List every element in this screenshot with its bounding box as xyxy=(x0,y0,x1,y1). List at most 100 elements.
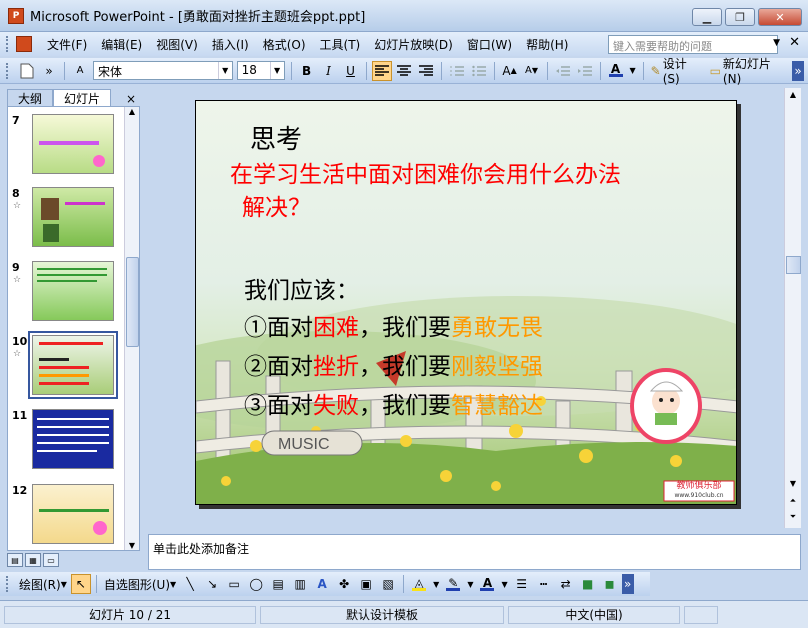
help-dropdown-icon[interactable]: ▼ xyxy=(773,38,780,48)
select-pointer-icon[interactable]: ↖ xyxy=(70,574,91,594)
help-search-input[interactable]: 键入需要帮助的问题 xyxy=(608,35,778,54)
toolbar-overflow-icon[interactable]: » xyxy=(792,60,805,81)
menubar-grip[interactable] xyxy=(6,36,10,52)
menu-tools[interactable]: 工具(T) xyxy=(313,36,368,53)
font-color-button[interactable]: A xyxy=(606,61,626,81)
diagram-icon[interactable]: ✤ xyxy=(334,574,354,594)
line-style-icon[interactable]: ☰ xyxy=(512,574,532,594)
scroll-up-icon[interactable]: ▲ xyxy=(785,90,801,99)
text-color-icon[interactable]: A xyxy=(477,574,497,594)
chevron-down-icon[interactable]: ▼ xyxy=(499,574,509,594)
autoshape-button[interactable]: 自选图形(U) ▼ xyxy=(102,574,178,594)
draw-menu-button[interactable]: 绘图(R) ▼ xyxy=(17,574,69,594)
slide-sorter-icon[interactable]: ▦ xyxy=(25,553,41,567)
line-tool-icon[interactable]: ╲ xyxy=(180,574,200,594)
increase-font-icon[interactable]: A ▲ xyxy=(500,61,520,81)
align-center-button[interactable] xyxy=(394,61,414,81)
scroll-up-icon[interactable]: ▲ xyxy=(125,107,139,116)
font-size-select[interactable]: 18 ▼ xyxy=(236,61,285,80)
align-left-button[interactable] xyxy=(371,60,392,81)
design-button[interactable]: ✎ 设计(S) xyxy=(649,57,706,86)
slide-bullet-list[interactable]: ①面对困难，我们要勇敢无畏 ②面对挫折，我们要刚毅坚强 ③面对失败，我们要智慧豁… xyxy=(244,309,543,426)
font-size-value: 18 xyxy=(241,63,257,77)
picture-icon[interactable]: ▧ xyxy=(378,574,398,594)
decrease-font-icon[interactable]: A ▼ xyxy=(522,61,542,81)
notes-pane[interactable]: 单击此处添加备注 xyxy=(148,534,801,570)
toolbar-grip[interactable] xyxy=(6,62,10,79)
vertical-textbox-icon[interactable]: ▥ xyxy=(290,574,310,594)
arrow-tool-icon[interactable]: ↘ xyxy=(202,574,222,594)
view-buttons: ▤ ▦ ▭ xyxy=(7,553,61,569)
scroll-down-icon[interactable]: ▼ xyxy=(125,541,139,550)
menu-edit[interactable]: 编辑(E) xyxy=(94,36,149,53)
powerpoint-app-icon[interactable]: P xyxy=(8,7,24,24)
bullet-list-icon[interactable] xyxy=(469,61,489,81)
drawbar-overflow-icon[interactable]: » xyxy=(621,574,634,594)
slide-number: 8 xyxy=(12,187,20,200)
slide-intro[interactable]: 我们应该： xyxy=(244,271,359,305)
underline-button[interactable]: U xyxy=(341,61,361,81)
new-document-icon[interactable] xyxy=(17,61,37,81)
menu-file[interactable]: 文件(F) xyxy=(40,36,94,53)
next-slide-icon[interactable]: ⏷ xyxy=(785,512,801,522)
current-slide[interactable]: MUSIC 思考 在学习生活中面对困难你会用什么办法 解决？ 我们应该： ①面对… xyxy=(195,100,737,505)
slide-scrollbar[interactable]: ▲ ▼ ⏶ ⏷ xyxy=(784,88,801,528)
scroll-down-icon[interactable]: ▼ xyxy=(785,479,801,488)
previous-slide-icon[interactable]: ⏶ xyxy=(785,496,801,506)
tab-outline[interactable]: 大纲 xyxy=(7,89,54,106)
restore-button[interactable]: ❐ xyxy=(725,8,755,26)
bold-button[interactable]: B xyxy=(297,61,317,81)
italic-button[interactable]: I xyxy=(319,61,339,81)
shadow-style-icon[interactable]: ■ xyxy=(578,574,598,594)
align-right-button[interactable] xyxy=(416,61,436,81)
document-close-icon[interactable]: ✕ xyxy=(789,35,800,50)
slide-thumb-9[interactable]: 9 ☆ xyxy=(8,261,128,327)
slide-question[interactable]: 在学习生活中面对困难你会用什么办法 解决？ xyxy=(230,159,621,225)
font-name-select[interactable]: 宋体 ▼ xyxy=(93,61,233,80)
fill-color-icon[interactable]: ◬ xyxy=(409,574,429,594)
chevron-down-icon[interactable]: ▼ xyxy=(269,62,284,79)
new-slide-button[interactable]: ▭ 新幻灯片(N) xyxy=(708,57,791,86)
thumbnail-scrollbar[interactable]: ▲ ▼ xyxy=(124,107,139,550)
slide-thumb-10[interactable]: 10 ☆ xyxy=(8,331,128,401)
chevron-down-icon[interactable]: ▼ xyxy=(431,574,441,594)
numbered-list-icon[interactable] xyxy=(447,61,467,81)
toolbar-more-icon[interactable]: » xyxy=(39,61,59,81)
drawbar-grip[interactable] xyxy=(6,576,10,592)
panel-close-icon[interactable]: × xyxy=(126,92,136,106)
rectangle-tool-icon[interactable]: ▭ xyxy=(224,574,244,594)
dash-style-icon[interactable]: ┅ xyxy=(534,574,554,594)
document-icon[interactable] xyxy=(16,36,32,52)
font-icon: A xyxy=(76,65,84,76)
tab-slides[interactable]: 幻灯片 xyxy=(53,89,112,106)
menu-window[interactable]: 窗口(W) xyxy=(460,36,519,53)
menu-slideshow[interactable]: 幻灯片放映(D) xyxy=(367,36,460,53)
normal-view-icon[interactable]: ▤ xyxy=(7,553,23,567)
textbox-tool-icon[interactable]: ▤ xyxy=(268,574,288,594)
slideshow-icon[interactable]: ▭ xyxy=(43,553,59,567)
menu-format[interactable]: 格式(O) xyxy=(256,36,313,53)
wordart-icon[interactable]: A xyxy=(312,574,332,594)
slide-thumb-8[interactable]: 8 ☆ xyxy=(8,187,128,253)
slide-title[interactable]: 思考 xyxy=(250,119,302,156)
slide-thumb-11[interactable]: 11 xyxy=(8,409,128,475)
line-color-icon[interactable]: ✎ xyxy=(443,574,463,594)
menu-insert[interactable]: 插入(I) xyxy=(205,36,256,53)
minimize-button[interactable]: ▁ xyxy=(692,8,722,26)
3d-style-icon[interactable]: ◼ xyxy=(600,574,620,594)
clipart-icon[interactable]: ▣ xyxy=(356,574,376,594)
increase-indent-icon[interactable] xyxy=(575,61,595,81)
slide-thumb-12[interactable]: 12 xyxy=(8,484,128,550)
arrow-style-icon[interactable]: ⇄ xyxy=(556,574,576,594)
oval-tool-icon[interactable]: ◯ xyxy=(246,574,266,594)
chevron-down-icon[interactable]: ▼ xyxy=(628,61,638,81)
menu-help[interactable]: 帮助(H) xyxy=(519,36,575,53)
slide-scroll-thumb[interactable] xyxy=(786,256,801,274)
decrease-indent-icon[interactable] xyxy=(553,61,573,81)
thumbnail-scroll-thumb[interactable] xyxy=(126,257,139,347)
chevron-down-icon[interactable]: ▼ xyxy=(465,574,475,594)
menu-view[interactable]: 视图(V) xyxy=(149,36,205,53)
close-window-button[interactable]: ✕ xyxy=(758,8,802,26)
chevron-down-icon[interactable]: ▼ xyxy=(217,62,232,79)
slide-thumb-7[interactable]: 7 xyxy=(8,114,128,180)
